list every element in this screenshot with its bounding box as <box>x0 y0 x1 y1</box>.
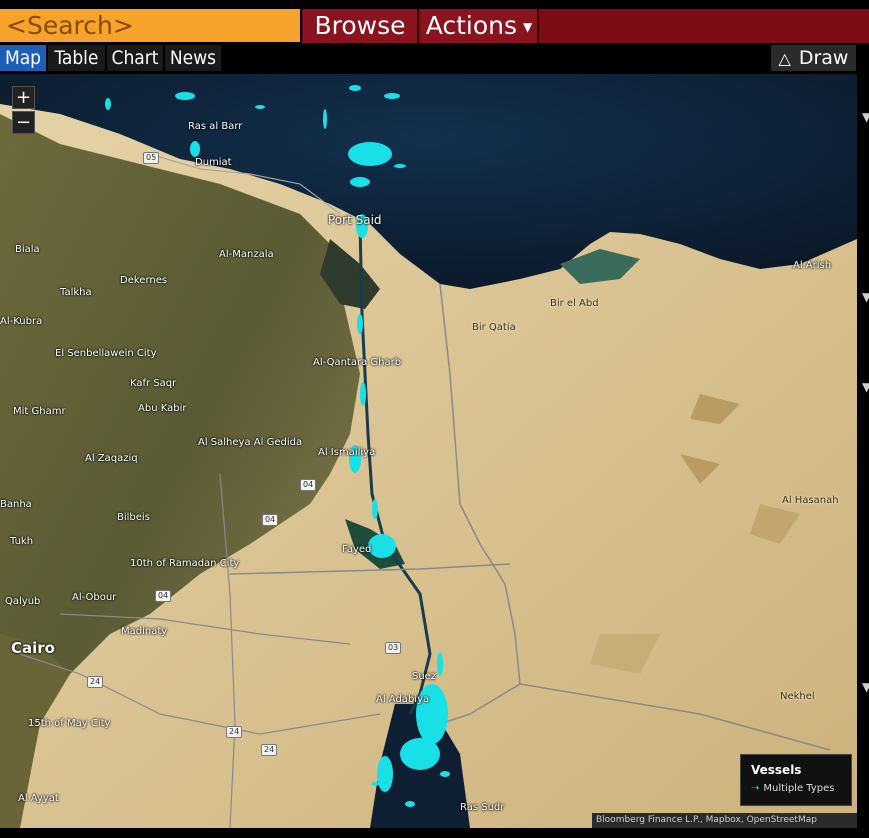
zoom-out-button[interactable]: − <box>12 111 35 134</box>
map-view[interactable]: + − Ras al Barr Dumiat Port Said Al-Manz… <box>0 74 857 828</box>
expand-arrow-icon[interactable]: ▼ <box>862 680 869 694</box>
place-label: 10th of Ramadan City <box>130 558 240 569</box>
place-label: Kafr Saqr <box>130 378 177 389</box>
map-attribution: Bloomberg Finance L.P., Mapbox, OpenStre… <box>592 813 857 828</box>
bottom-strip <box>0 828 869 838</box>
place-label: Al Salheya Al Gedida <box>198 437 303 448</box>
road-shield: 05 <box>143 152 160 164</box>
place-label: Al-Manzala <box>219 249 274 260</box>
road-shield: 04 <box>300 479 317 491</box>
search-input[interactable]: <Search> <box>0 9 300 42</box>
place-label: Al-Kubra <box>0 316 43 327</box>
place-label: Bilbeis <box>117 512 150 523</box>
road-shield: 04 <box>262 514 279 526</box>
place-label: 15th of May City <box>28 718 111 729</box>
road-shield: 04 <box>155 590 172 602</box>
tab-news[interactable]: News <box>165 45 221 71</box>
expand-arrow-icon[interactable]: ▼ <box>862 110 869 124</box>
place-label: Suez <box>412 671 437 682</box>
place-label: Al Hasanah <box>782 495 839 506</box>
tab-chart[interactable]: Chart <box>107 45 163 71</box>
map-canvas <box>0 74 857 828</box>
browse-label: Browse <box>314 11 406 40</box>
place-label: Al Ismailiya <box>318 447 376 458</box>
place-label: Banha <box>0 499 32 510</box>
place-label: Al Arish <box>793 260 832 271</box>
place-label: Bir el Abd <box>550 298 599 309</box>
place-label: Al Zaqaziq <box>85 453 138 464</box>
place-label: Al-Qantara Gharb <box>313 357 402 368</box>
tab-table[interactable]: Table <box>48 45 105 71</box>
chevron-down-icon: ▼ <box>523 20 533 34</box>
vessels-legend: Vessels ➝ Multiple Types <box>740 754 852 806</box>
place-label: Port Said <box>328 213 382 227</box>
road-shield: 03 <box>385 642 402 654</box>
place-label: Al Adabiya <box>376 694 430 705</box>
vessel-arrow-icon: ➝ <box>751 783 760 794</box>
place-label: Tukh <box>10 536 34 547</box>
side-panel-edge <box>857 74 869 838</box>
place-label: Cairo <box>11 639 55 657</box>
place-label: Dumiat <box>195 157 232 168</box>
place-label: Al Ayyat <box>18 793 59 804</box>
draw-button[interactable]: △ Draw <box>771 45 856 71</box>
place-label: Qalyub <box>5 596 41 607</box>
place-label: Abu Kabir <box>138 403 187 414</box>
place-label: Madinaty <box>121 626 168 637</box>
road-shield: 24 <box>261 744 278 756</box>
actions-label: Actions <box>425 11 518 40</box>
legend-item: ➝ Multiple Types <box>751 783 841 794</box>
zoom-in-button[interactable]: + <box>12 86 35 109</box>
place-label: Dekernes <box>120 275 168 286</box>
top-strip <box>0 0 869 8</box>
place-label: Nekhel <box>780 691 815 702</box>
place-label: Ras Sudr <box>460 802 505 813</box>
draw-label: Draw <box>798 47 849 69</box>
road-shield: 24 <box>87 676 104 688</box>
expand-arrow-icon[interactable]: ▼ <box>862 290 869 304</box>
legend-item-label: Multiple Types <box>763 783 835 794</box>
place-label: Ras al Barr <box>188 121 243 132</box>
road-shield: 24 <box>226 726 243 738</box>
place-label: Al-Obour <box>72 592 117 603</box>
place-label: Fayed <box>342 544 372 555</box>
place-label: Biala <box>15 244 40 255</box>
actions-button[interactable]: Actions ▼ <box>421 9 539 43</box>
expand-arrow-icon[interactable]: ▼ <box>862 380 869 394</box>
tab-map[interactable]: Map <box>0 45 46 71</box>
legend-title: Vessels <box>751 763 802 777</box>
browse-button[interactable]: Browse <box>303 9 419 43</box>
place-label: El Senbellawein City <box>55 348 157 359</box>
place-label: Talkha <box>60 287 92 298</box>
triangle-icon: △ <box>778 49 791 68</box>
place-label: Bir Qatia <box>472 322 516 333</box>
place-label: Mit Ghamr <box>13 406 66 417</box>
